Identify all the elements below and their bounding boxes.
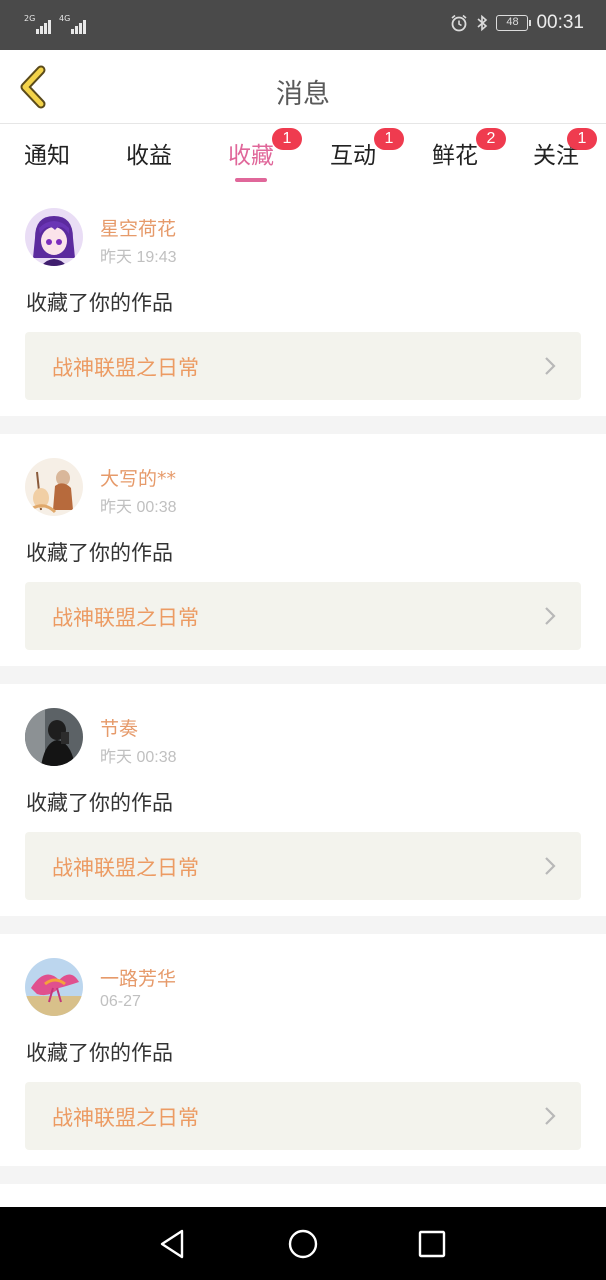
divider xyxy=(0,666,606,684)
alarm-icon xyxy=(451,14,467,32)
avatar[interactable] xyxy=(25,458,83,516)
list-item: 节奏 昨天 00:38 收藏了你的作品 战神联盟之日常 xyxy=(0,684,606,916)
tab-favorites[interactable]: 收藏 1 xyxy=(228,128,302,182)
mirror-selfie-avatar-icon xyxy=(25,708,83,766)
list-item: 大写的** 昨天 00:38 收藏了你的作品 战神联盟之日常 xyxy=(0,434,606,666)
work-link[interactable]: 战神联盟之日常 xyxy=(25,332,581,400)
tab-label: 通知 xyxy=(24,143,70,169)
message-list: 星空荷花 昨天 19:43 收藏了你的作品 战神联盟之日常 大写的** 昨天 0… xyxy=(0,184,606,1184)
tab-badge: 1 xyxy=(374,128,404,150)
username[interactable]: 大写的** xyxy=(100,464,176,491)
back-triangle-icon[interactable] xyxy=(156,1227,190,1261)
work-title: 战神联盟之日常 xyxy=(52,606,199,630)
timestamp: 昨天 00:38 xyxy=(100,749,177,766)
tab-label: 鲜花 xyxy=(432,143,478,169)
action-text: 收藏了你的作品 xyxy=(26,291,173,315)
tab-earnings[interactable]: 收益 xyxy=(126,136,172,170)
username[interactable]: 星空荷花 xyxy=(100,214,176,241)
timestamp: 昨天 19:43 xyxy=(100,249,177,266)
clock: 00:31 xyxy=(536,12,584,33)
tab-label: 互动 xyxy=(330,143,376,169)
phoenix-avatar-icon xyxy=(25,958,83,1016)
avatar[interactable] xyxy=(25,208,83,266)
chevron-right-icon xyxy=(545,357,556,375)
divider xyxy=(0,416,606,434)
tab-badge: 2 xyxy=(476,128,506,150)
signal-4g-icon: 4G xyxy=(59,14,86,34)
signal-2g-icon: 2G xyxy=(24,14,51,34)
tab-interaction[interactable]: 互动 1 xyxy=(330,128,404,170)
divider xyxy=(0,1166,606,1184)
action-text: 收藏了你的作品 xyxy=(26,541,173,565)
tab-bar: 通知 收益 收藏 1 互动 1 鲜花 2 关注 1 xyxy=(0,124,606,184)
divider xyxy=(0,916,606,934)
action-text: 收藏了你的作品 xyxy=(26,791,173,815)
bluetooth-icon xyxy=(477,14,488,32)
tab-badge: 1 xyxy=(272,128,302,150)
work-title: 战神联盟之日常 xyxy=(52,856,199,880)
chevron-right-icon xyxy=(545,1107,556,1125)
tab-flowers[interactable]: 鲜花 2 xyxy=(432,128,506,170)
tab-label: 收益 xyxy=(126,143,172,169)
system-nav-bar xyxy=(0,1207,606,1280)
work-link[interactable]: 战神联盟之日常 xyxy=(25,832,581,900)
purple-anime-avatar-icon xyxy=(25,208,83,266)
header: 消息 xyxy=(0,50,606,124)
tab-follow[interactable]: 关注 1 xyxy=(533,128,597,170)
signal-indicators: 2G 4G xyxy=(24,14,86,34)
timestamp: 06-27 xyxy=(100,993,141,1010)
action-text: 收藏了你的作品 xyxy=(26,1041,173,1065)
illustration-figure-avatar-icon xyxy=(25,458,83,516)
status-bar: 2G 4G 48 00:31 xyxy=(0,0,606,50)
recents-square-icon[interactable] xyxy=(415,1227,449,1261)
list-item: 一路芳华 06-27 收藏了你的作品 战神联盟之日常 xyxy=(0,934,606,1166)
tab-notice[interactable]: 通知 xyxy=(24,136,70,170)
work-link[interactable]: 战神联盟之日常 xyxy=(25,1082,581,1150)
signal-4g-label: 4G xyxy=(59,14,71,23)
work-link[interactable]: 战神联盟之日常 xyxy=(25,582,581,650)
battery-icon: 48 xyxy=(496,15,532,31)
active-tab-indicator xyxy=(235,178,267,182)
battery-level: 48 xyxy=(506,16,519,28)
chevron-right-icon xyxy=(545,607,556,625)
signal-2g-label: 2G xyxy=(24,14,36,23)
avatar[interactable] xyxy=(25,958,83,1016)
home-circle-icon[interactable] xyxy=(286,1227,320,1261)
username[interactable]: 节奏 xyxy=(100,714,138,741)
tab-label: 收藏 xyxy=(228,143,274,169)
tab-badge: 1 xyxy=(567,128,597,150)
timestamp: 昨天 00:38 xyxy=(100,499,177,516)
work-title: 战神联盟之日常 xyxy=(52,1106,199,1130)
chevron-right-icon xyxy=(545,857,556,875)
username[interactable]: 一路芳华 xyxy=(100,964,176,991)
page-title: 消息 xyxy=(276,79,330,110)
list-item: 星空荷花 昨天 19:43 收藏了你的作品 战神联盟之日常 xyxy=(0,184,606,416)
status-right: 48 00:31 xyxy=(450,12,584,34)
work-title: 战神联盟之日常 xyxy=(52,356,199,380)
avatar[interactable] xyxy=(25,708,83,766)
